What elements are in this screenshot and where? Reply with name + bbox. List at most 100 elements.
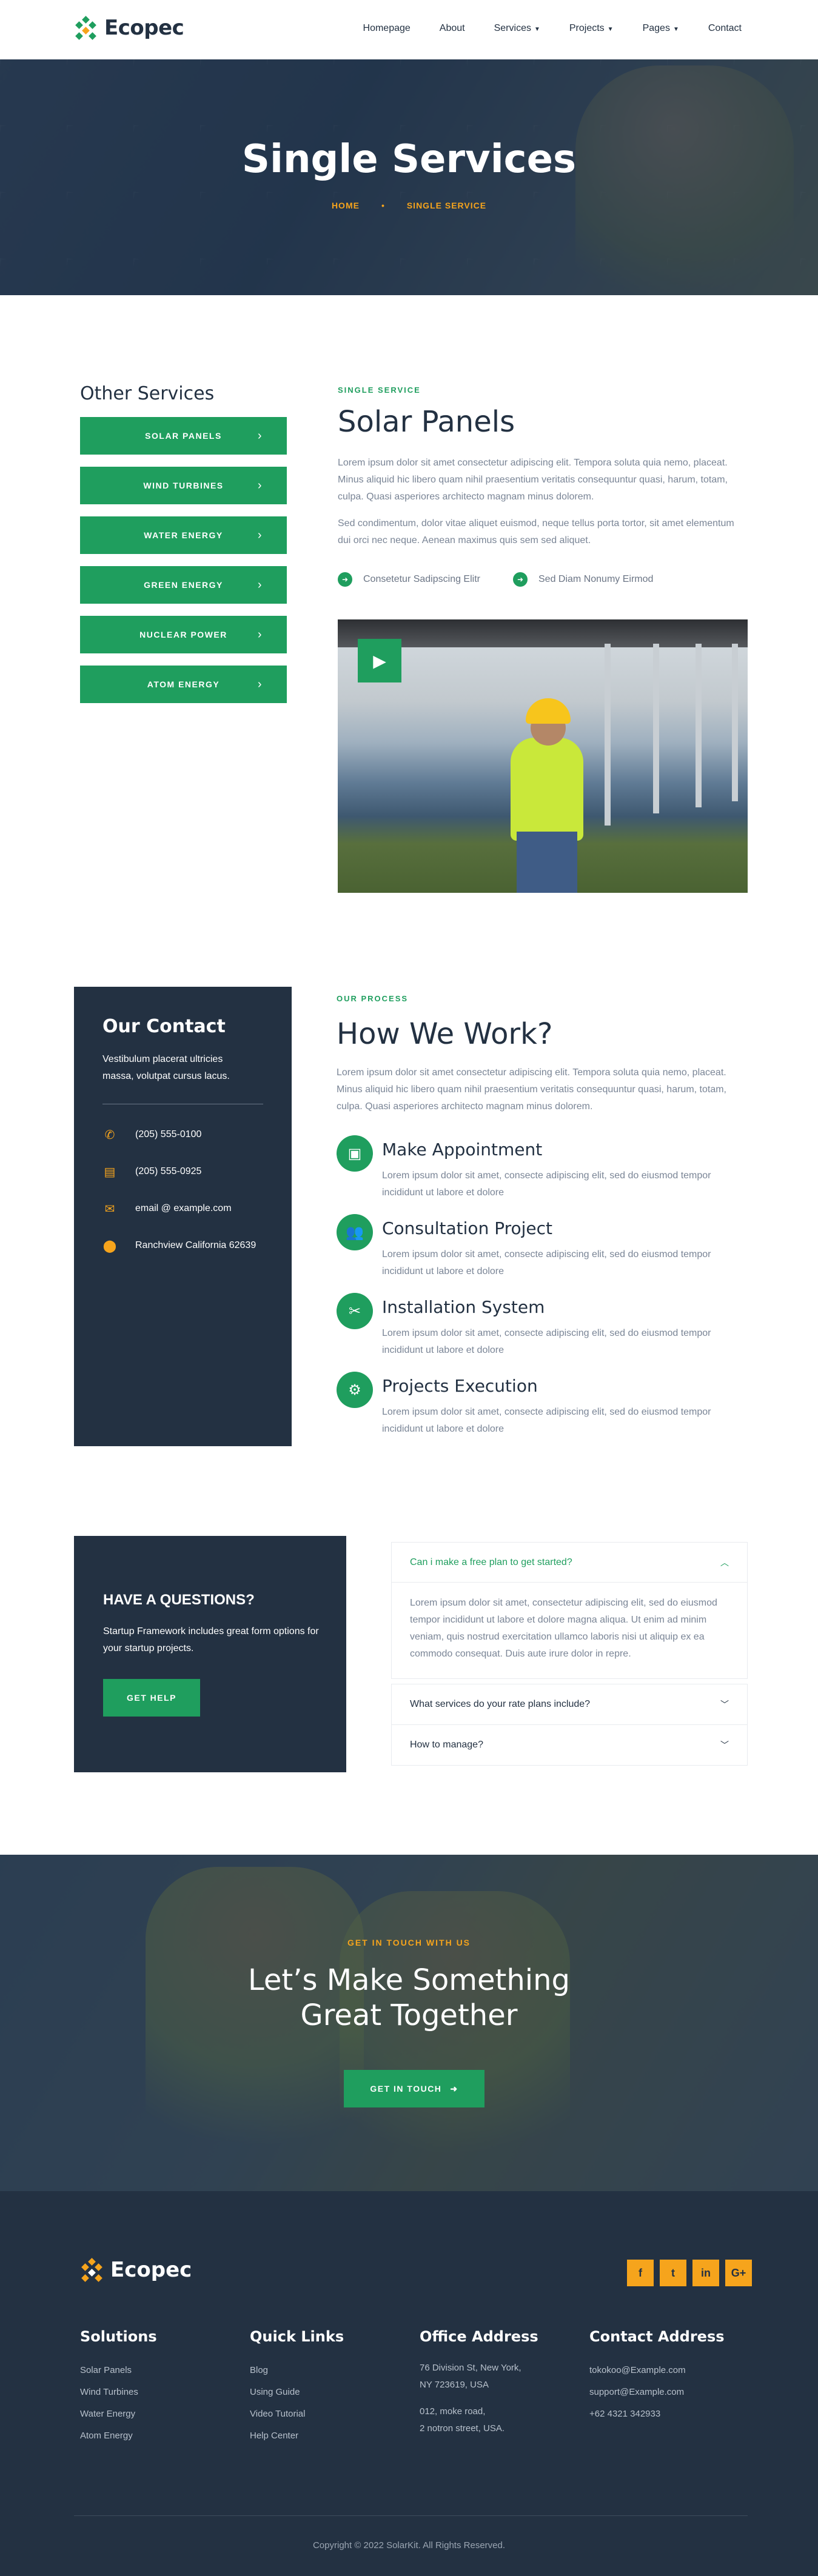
- nav-item-services[interactable]: Services ▼: [494, 23, 540, 34]
- breadcrumb: HOME • SINGLE SERVICE: [0, 201, 818, 210]
- arrow-right-icon: ➜: [450, 2083, 458, 2094]
- faq-question[interactable]: Can i make a free plan to get started? ︿: [392, 1543, 747, 1583]
- breadcrumb-home[interactable]: HOME: [332, 201, 360, 210]
- step-description: Lorem ipsum dolor sit amet, consecte adi…: [382, 1170, 711, 1198]
- footer-email[interactable]: support@Example.com: [589, 2381, 725, 2403]
- step-title: Projects Execution: [382, 1376, 538, 1396]
- chevron-right-icon: ›: [257, 478, 263, 492]
- tools-icon: ✂: [337, 1293, 373, 1329]
- contact-address: ⬤ Ranchview California 62639: [102, 1239, 256, 1253]
- footer-link[interactable]: Atom Energy: [80, 2425, 157, 2447]
- footer-quick-links: Quick Links Blog Using Guide Video Tutor…: [250, 2328, 344, 2447]
- main-nav: Homepage About Services ▼ Projects ▼ Pages…: [363, 23, 742, 34]
- step-title: Consultation Project: [382, 1218, 553, 1238]
- process-intro: Lorem ipsum dolor sit amet consectetur a…: [337, 1067, 726, 1112]
- step-title: Installation System: [382, 1297, 545, 1317]
- footer-column-title: Solutions: [80, 2328, 157, 2345]
- nav-item-homepage[interactable]: Homepage: [363, 23, 411, 34]
- get-in-touch-button[interactable]: GET IN TOUCH ➜: [344, 2070, 484, 2107]
- faq-question[interactable]: How to manage? ﹀: [392, 1725, 747, 1765]
- footer-column-title: Contact Address: [589, 2328, 725, 2345]
- contact-fax[interactable]: ▤ (205) 555-0925: [102, 1164, 202, 1179]
- footer-link[interactable]: Water Energy: [80, 2403, 157, 2425]
- chevron-right-icon: ›: [257, 429, 263, 442]
- twitter-icon[interactable]: t: [660, 2260, 686, 2286]
- footer-office-address: Office Address 76 Division St, New York,…: [420, 2328, 538, 2434]
- faq-item: Can i make a free plan to get started? ︿ …: [391, 1542, 748, 1679]
- nav-item-pages[interactable]: Pages ▼: [643, 23, 679, 34]
- footer-link[interactable]: Video Tutorial: [250, 2403, 344, 2425]
- footer-solutions: Solutions Solar Panels Wind Turbines Wat…: [80, 2328, 157, 2447]
- sidebar-item-nuclear-power[interactable]: NUCLEAR POWER ›: [80, 616, 287, 653]
- chevron-right-icon: ›: [257, 677, 263, 691]
- cta-section: GET IN TOUCH WITH US Let’s Make Somethin…: [0, 1855, 818, 2191]
- faq-item: What services do your rate plans include…: [391, 1684, 748, 1725]
- nav-item-contact[interactable]: Contact: [708, 23, 742, 34]
- footer-link[interactable]: Blog: [250, 2360, 344, 2381]
- caret-down-icon: ▼: [534, 26, 540, 33]
- footer-column-title: Office Address: [420, 2328, 538, 2345]
- phone-icon: ✆: [104, 1128, 115, 1142]
- google-plus-icon[interactable]: G+: [725, 2260, 752, 2286]
- nav-item-about[interactable]: About: [440, 23, 465, 34]
- contact-phone[interactable]: ✆ (205) 555-0100: [102, 1127, 202, 1142]
- chevron-down-icon: ﹀: [720, 1740, 729, 1750]
- chevron-down-icon: ﹀: [720, 1700, 729, 1709]
- breadcrumb-current: SINGLE SERVICE: [406, 201, 487, 210]
- sidebar-item-atom-energy[interactable]: ATOM ENERGY ›: [80, 666, 287, 703]
- page-title: Single Services: [241, 137, 577, 182]
- people-icon: 👥: [337, 1214, 373, 1250]
- step-description: Lorem ipsum dolor sit amet, consecte adi…: [382, 1407, 711, 1434]
- contact-email[interactable]: ✉ email @ example.com: [102, 1201, 232, 1216]
- process-title: How We Work?: [337, 1017, 553, 1051]
- facebook-icon[interactable]: f: [627, 2260, 654, 2286]
- cta-eyebrow: GET IN TOUCH WITH US: [347, 1938, 471, 1947]
- service-eyebrow: SINGLE SERVICE: [338, 385, 421, 395]
- service-check-item: ➜ Sed Diam Nonumy Eirmod: [513, 572, 653, 587]
- arrow-right-icon: ➜: [338, 572, 352, 587]
- questions-card: HAVE A QUESTIONS? Startup Framework incl…: [74, 1536, 346, 1772]
- sidebar-item-solar-panels[interactable]: SOLAR PANELS ›: [80, 417, 287, 455]
- appointment-icon: ▣: [337, 1135, 373, 1172]
- process-eyebrow: OUR PROCESS: [337, 994, 409, 1003]
- contact-card: Our Contact Vestibulum placerat ultricie…: [74, 987, 292, 1446]
- sidebar-item-green-energy[interactable]: GREEN ENERGY ›: [80, 566, 287, 604]
- footer-logo[interactable]: Ecopec: [80, 2258, 192, 2282]
- footer-link[interactable]: Help Center: [250, 2425, 344, 2447]
- faq-question[interactable]: What services do your rate plans include…: [392, 1684, 747, 1724]
- logo-text: Ecopec: [104, 16, 184, 40]
- footer-column-title: Quick Links: [250, 2328, 344, 2345]
- questions-title: HAVE A QUESTIONS?: [103, 1592, 255, 1608]
- arrow-right-icon: ➜: [513, 572, 528, 587]
- sidebar-item-water-energy[interactable]: WATER ENERGY ›: [80, 516, 287, 554]
- fax-icon: ▤: [104, 1165, 116, 1179]
- service-paragraph-1: Lorem ipsum dolor sit amet consectetur a…: [338, 458, 728, 502]
- footer-logo-text: Ecopec: [110, 2258, 192, 2282]
- page-hero: Single Services HOME • SINGLE SERVICE: [0, 59, 818, 295]
- footer-email[interactable]: tokokoo@Example.com: [589, 2360, 725, 2381]
- play-video-button[interactable]: ▶: [358, 639, 401, 682]
- step-title: Make Appointment: [382, 1140, 543, 1160]
- contact-card-description: Vestibulum placerat ultricies massa, vol…: [102, 1054, 230, 1081]
- site-footer: Ecopec f t in G+ Solutions Solar Panels …: [0, 2191, 818, 2576]
- footer-divider: [74, 2515, 748, 2516]
- envelope-icon: ✉: [104, 1202, 115, 1216]
- logo-mark-icon: [80, 2258, 104, 2282]
- footer-phone[interactable]: +62 4321 342933: [589, 2403, 725, 2425]
- service-title: Solar Panels: [338, 405, 515, 439]
- footer-link[interactable]: Solar Panels: [80, 2360, 157, 2381]
- footer-link[interactable]: Using Guide: [250, 2381, 344, 2403]
- logo-mark-icon: [74, 16, 98, 40]
- social-links: f t in G+: [627, 2260, 752, 2286]
- step-description: Lorem ipsum dolor sit amet, consecte adi…: [382, 1249, 711, 1276]
- chevron-right-icon: ›: [257, 578, 263, 592]
- chevron-right-icon: ›: [257, 627, 263, 641]
- linkedin-icon[interactable]: in: [692, 2260, 719, 2286]
- nav-item-projects[interactable]: Projects ▼: [569, 23, 614, 34]
- sidebar-item-wind-turbines[interactable]: WIND TURBINES ›: [80, 467, 287, 504]
- footer-link[interactable]: Wind Turbines: [80, 2381, 157, 2403]
- service-paragraph-2: Sed condimentum, dolor vitae aliquet eui…: [338, 518, 734, 546]
- footer-contact-address: Contact Address tokokoo@Example.com supp…: [589, 2328, 725, 2425]
- get-help-button[interactable]: GET HELP: [103, 1679, 200, 1717]
- logo[interactable]: Ecopec: [74, 16, 184, 40]
